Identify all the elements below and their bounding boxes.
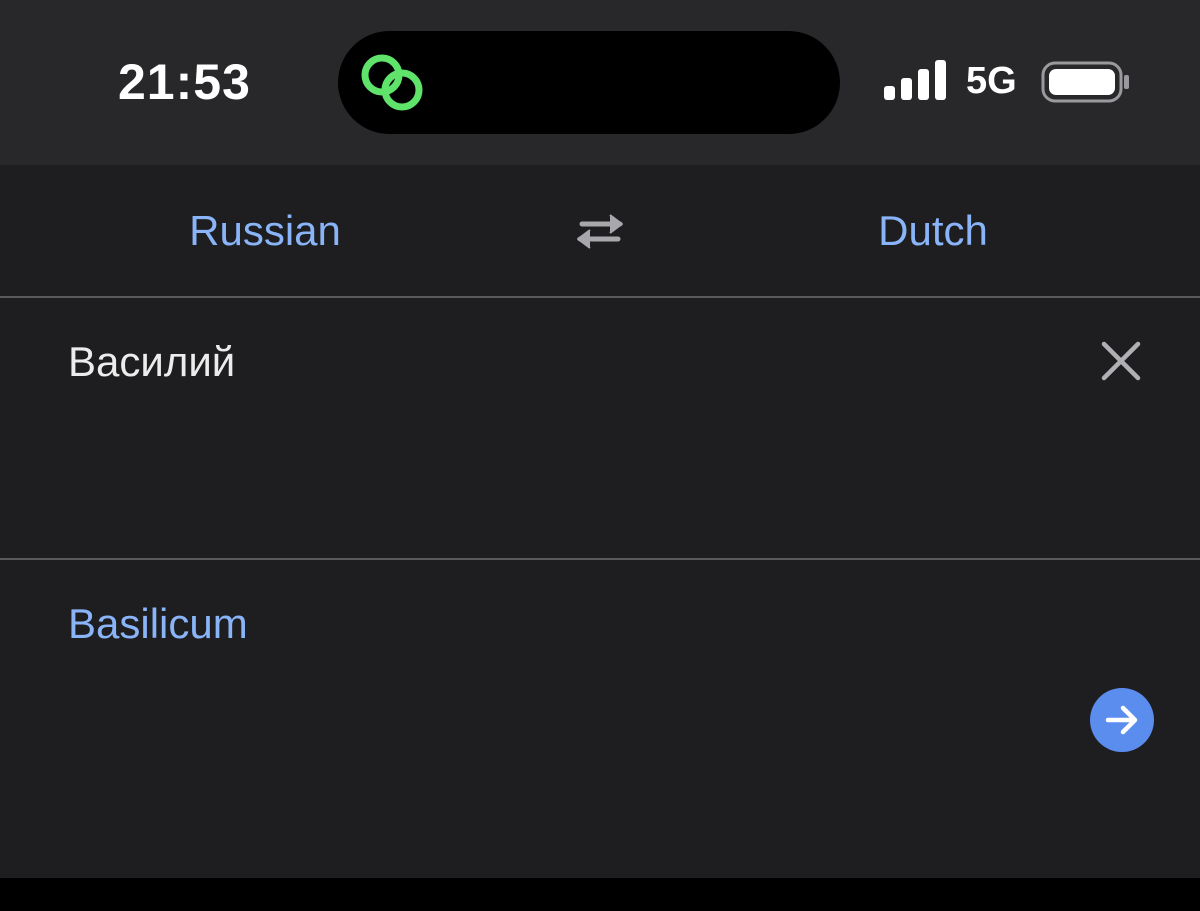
input-text[interactable]: Василий — [68, 336, 235, 388]
close-icon[interactable] — [1098, 338, 1144, 384]
status-time: 21:53 — [118, 54, 251, 110]
swap-arrows-icon[interactable] — [572, 211, 628, 251]
input-panel[interactable]: Василий — [0, 298, 1200, 560]
language-selector-bar: Russian Dutch — [0, 165, 1200, 298]
translation-output-panel: Basilicum — [0, 560, 1200, 878]
battery-icon — [1041, 61, 1129, 103]
translation-text[interactable]: Basilicum — [68, 598, 248, 650]
network-type-label: 5G — [966, 60, 1017, 102]
open-translation-button[interactable] — [1090, 688, 1154, 752]
cellular-signal-icon — [884, 60, 946, 100]
arrow-right-icon — [1105, 705, 1138, 735]
target-language-button[interactable]: Dutch — [808, 165, 1058, 296]
source-language-button[interactable]: Russian — [140, 165, 390, 296]
link-chain-icon — [361, 54, 423, 111]
dynamic-island[interactable] — [338, 31, 840, 134]
bottom-edge — [0, 878, 1200, 911]
status-bar: 21:53 5G — [0, 0, 1200, 165]
